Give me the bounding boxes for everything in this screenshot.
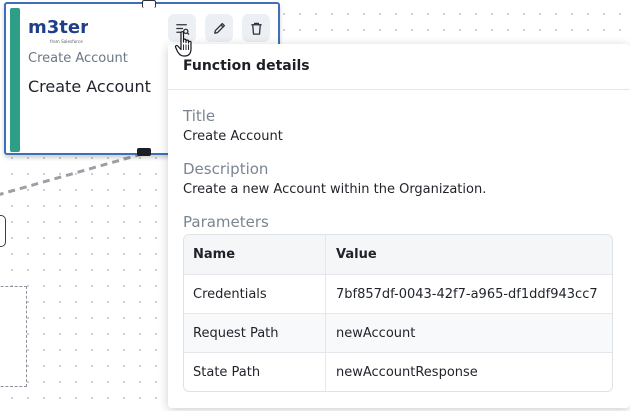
popover-heading: Function details (183, 58, 310, 74)
column-header-name: Name (184, 235, 326, 274)
table-row: State Path newAccountResponse (184, 352, 612, 391)
node-subtitle: Create Account (28, 51, 128, 66)
connection-edge (0, 152, 143, 196)
m3ter-logo: m3ter from Salesforce (28, 17, 88, 44)
param-name: State Path (184, 353, 326, 391)
svg-text:from Salesforce: from Salesforce (50, 39, 83, 44)
table-row: Request Path newAccount (184, 313, 612, 352)
table-row: Credentials 7bf857df-0043-42f7-a965-df1d… (184, 274, 612, 313)
parameters-label: Parameters (183, 213, 269, 231)
pencil-icon (213, 22, 225, 34)
delete-button[interactable] (242, 14, 270, 42)
title-label: Title (183, 107, 216, 125)
popover-divider (168, 89, 630, 90)
edit-button[interactable] (205, 14, 233, 42)
param-value: 7bf857df-0043-42f7-a965-df1ddf943cc7 (336, 286, 598, 302)
description-value: Create a new Account within the Organiza… (183, 182, 487, 197)
svg-text:m3ter: m3ter (28, 17, 88, 38)
table-header-row: Name Value (184, 235, 612, 274)
node-title: Create Account (28, 77, 151, 96)
parameters-table: Name Value Credentials 7bf857df-0043-42f… (183, 234, 613, 392)
resize-handle-top[interactable] (142, 0, 156, 8)
description-label: Description (183, 160, 269, 178)
param-value: newAccount (336, 325, 416, 341)
resize-handle-bottom[interactable] (137, 148, 151, 156)
hand-cursor-icon (174, 31, 192, 57)
param-name: Request Path (184, 314, 326, 352)
param-name: Credentials (184, 275, 326, 313)
param-value: newAccountResponse (336, 364, 478, 380)
node-accent-bar (10, 8, 20, 152)
title-value: Create Account (183, 129, 283, 144)
connection-port[interactable] (0, 215, 6, 247)
trash-icon (250, 22, 262, 35)
column-header-value: Value (336, 247, 377, 262)
drop-zone[interactable] (0, 286, 27, 387)
function-details-popover: Function details Title Create Account De… (168, 44, 630, 408)
